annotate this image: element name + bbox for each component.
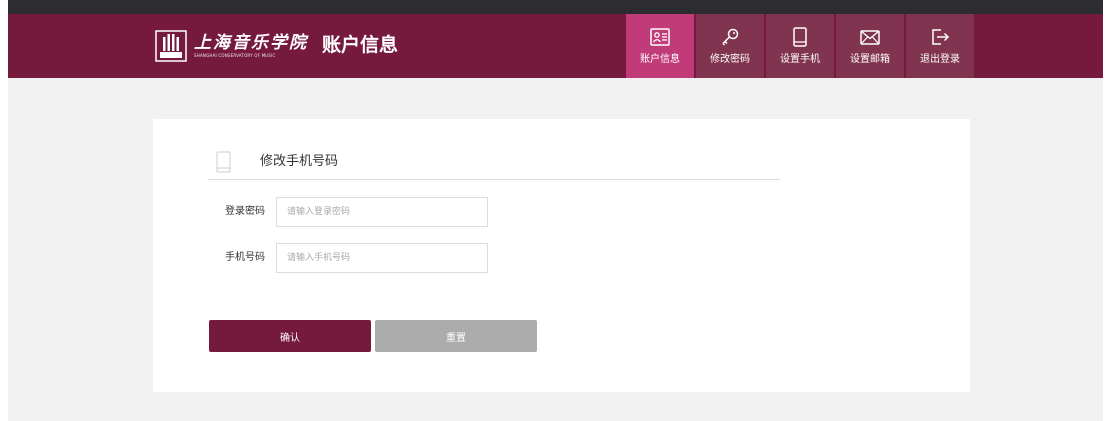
- phone-icon: [793, 27, 807, 47]
- browser-top-strip: [8, 0, 1103, 14]
- password-row: 登录密码: [153, 197, 653, 227]
- page-title: 账户信息: [322, 34, 399, 56]
- reset-button[interactable]: 重置: [375, 320, 537, 352]
- top-nav: 账户信息 修改密码 设置手机 设置邮箱 退出登录: [626, 14, 976, 78]
- key-icon: [722, 28, 739, 46]
- nav-label: 账户信息: [640, 54, 680, 65]
- section-header: 修改手机号码: [208, 148, 780, 180]
- nav-item-change-password[interactable]: 修改密码: [696, 14, 764, 78]
- nav-label: 设置手机: [780, 54, 820, 65]
- logout-icon: [932, 29, 950, 45]
- school-emblem-icon: [155, 30, 187, 62]
- nav-label: 设置邮箱: [850, 54, 890, 65]
- phone-label: 手机号码: [225, 252, 265, 263]
- section-title: 修改手机号码: [260, 154, 339, 169]
- phone-input[interactable]: [276, 243, 488, 273]
- phone-row: 手机号码: [153, 243, 653, 273]
- password-input[interactable]: [276, 197, 488, 227]
- logo-text: 上海音乐学院 SHANGHAI CONSERVATORY OF MUSIC: [194, 33, 308, 59]
- password-label: 登录密码: [225, 206, 265, 217]
- change-phone-card: 修改手机号码 登录密码 手机号码 确认 重置: [153, 119, 970, 392]
- school-name-cn: 上海音乐学院: [194, 33, 308, 53]
- confirm-button[interactable]: 确认: [209, 320, 371, 352]
- nav-item-set-email[interactable]: 设置邮箱: [836, 14, 904, 78]
- nav-label: 修改密码: [710, 54, 750, 65]
- nav-item-account-info[interactable]: 账户信息: [626, 14, 694, 78]
- school-logo[interactable]: 上海音乐学院 SHANGHAI CONSERVATORY OF MUSIC: [154, 24, 308, 68]
- nav-item-logout[interactable]: 退出登录: [906, 14, 974, 78]
- site-header: 上海音乐学院 SHANGHAI CONSERVATORY OF MUSIC 账户…: [8, 14, 1103, 78]
- nav-label: 退出登录: [920, 54, 960, 65]
- phone-outline-icon: [216, 151, 231, 173]
- id-card-icon: [650, 28, 670, 46]
- school-name-en: SHANGHAI CONSERVATORY OF MUSIC: [194, 53, 276, 58]
- nav-item-set-phone[interactable]: 设置手机: [766, 14, 834, 78]
- mail-icon: [860, 30, 880, 45]
